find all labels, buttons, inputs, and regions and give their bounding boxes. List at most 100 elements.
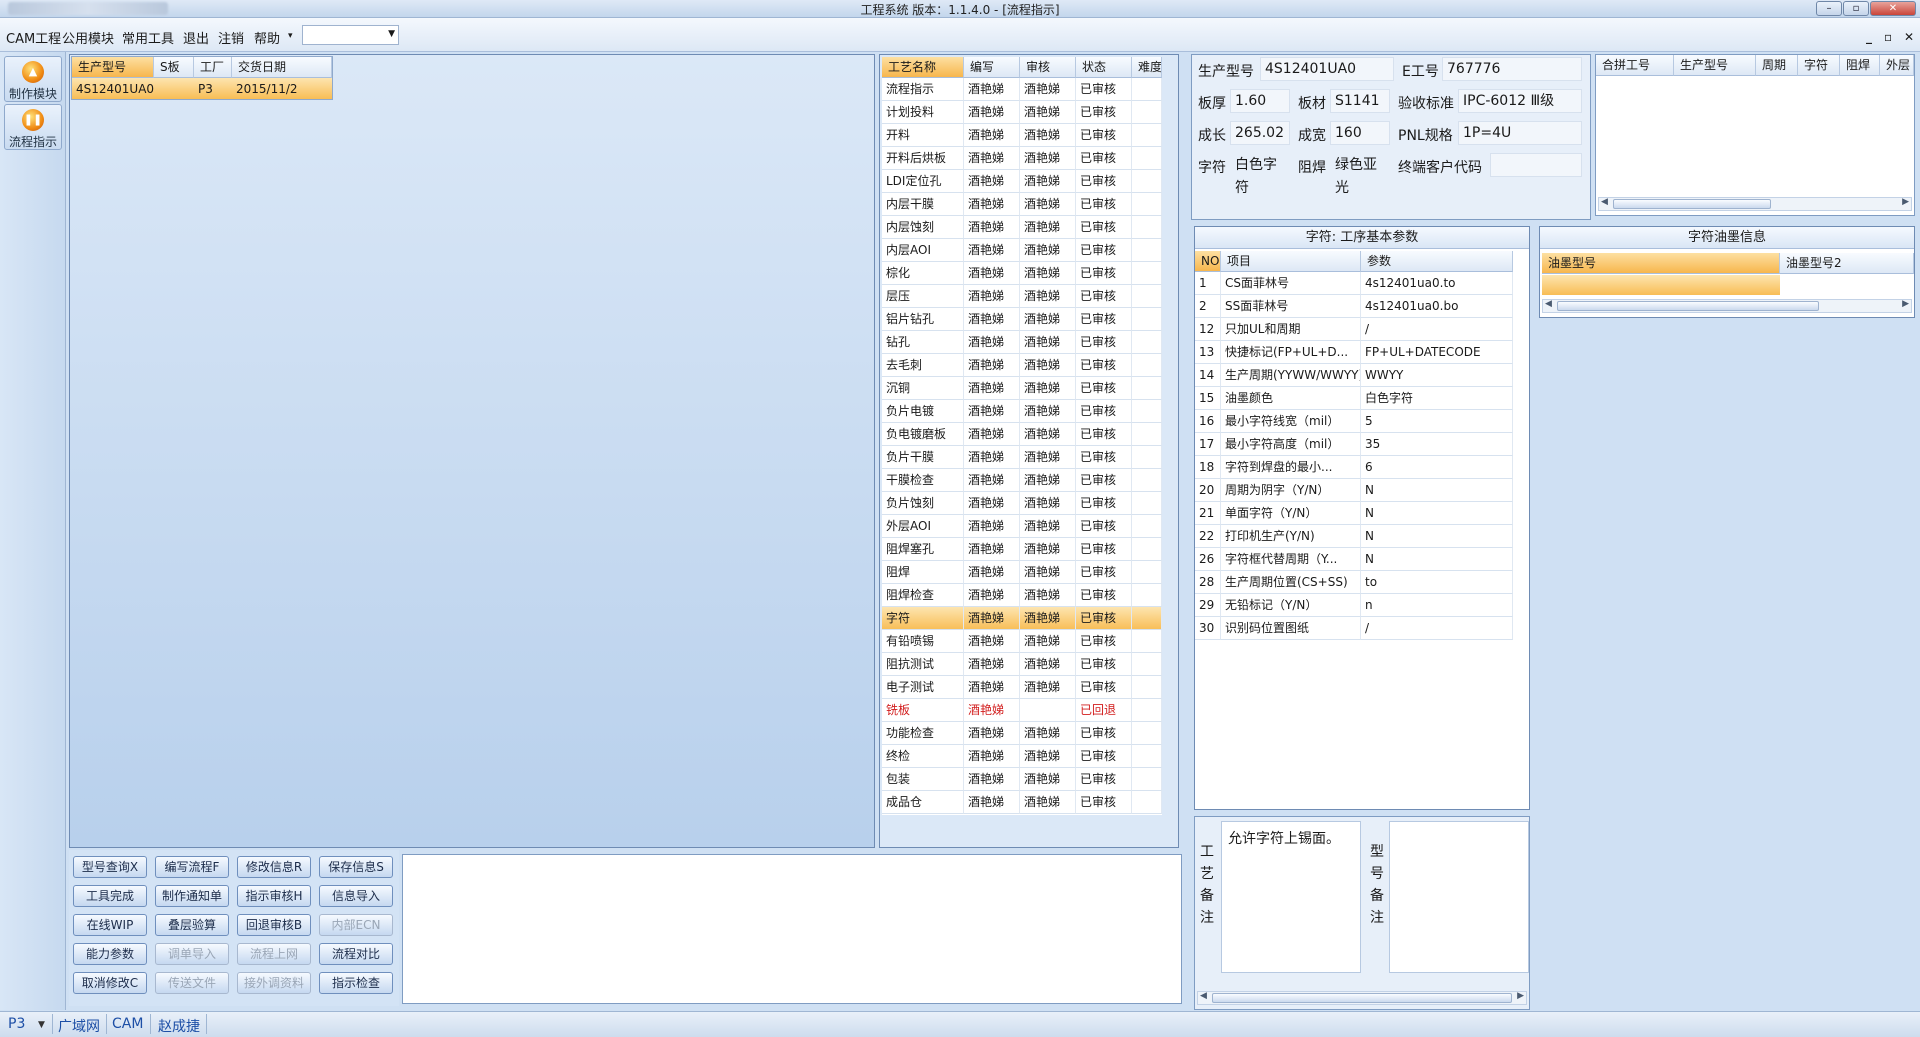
- nav-make-module[interactable]: ▲ 制作模块: [4, 56, 62, 102]
- action-button-2-1[interactable]: 叠层验算: [155, 914, 229, 936]
- table-row[interactable]: 字符 酒艳娣 酒艳娣 已审核: [882, 607, 1162, 630]
- action-button-4-2[interactable]: 接外调资料: [237, 972, 311, 994]
- table-row[interactable]: 内层干膜 酒艳娣 酒艳娣 已审核: [882, 193, 1162, 216]
- table-row[interactable]: 外层AOI 酒艳娣 酒艳娣 已审核: [882, 515, 1162, 538]
- table-row[interactable]: [1542, 275, 1780, 295]
- action-button-4-0[interactable]: 取消修改C: [73, 972, 147, 994]
- col-param[interactable]: 参数: [1361, 251, 1513, 272]
- scroll-left-icon[interactable]: ◀: [1601, 197, 1608, 207]
- table-row[interactable]: 开料后烘板 酒艳娣 酒艳娣 已审核: [882, 147, 1162, 170]
- action-button-0-3[interactable]: 保存信息S: [319, 856, 393, 878]
- action-button-2-0[interactable]: 在线WIP: [73, 914, 147, 936]
- table-row[interactable]: 18 字符到焊盘的最小... 6: [1195, 456, 1513, 479]
- action-button-2-2[interactable]: 回退审核B: [237, 914, 311, 936]
- col-writer[interactable]: 编写: [964, 57, 1020, 78]
- char-value[interactable]: 白色字符: [1230, 153, 1290, 196]
- model-value[interactable]: 4S12401UA0: [1260, 57, 1394, 81]
- table-row[interactable]: 内层蚀刻 酒艳娣 酒艳娣 已审核: [882, 216, 1162, 239]
- action-button-3-3[interactable]: 流程对比: [319, 943, 393, 965]
- col-item[interactable]: 项目: [1221, 251, 1361, 272]
- action-button-1-2[interactable]: 指示审核H: [237, 885, 311, 907]
- table-row[interactable]: 2 SS面菲林号 4s12401ua0.bo: [1195, 295, 1513, 318]
- table-row[interactable]: 13 快捷标记(FP+UL+D... FP+UL+DATECODE: [1195, 341, 1513, 364]
- notes-hscrollbar[interactable]: ◀ ▶: [1197, 991, 1527, 1005]
- menu-common-tools[interactable]: 常用工具: [122, 28, 174, 47]
- action-button-2-3[interactable]: 内部ECN: [319, 914, 393, 936]
- col-difficulty[interactable]: 难度: [1132, 57, 1162, 78]
- table-row[interactable]: 内层AOI 酒艳娣 酒艳娣 已审核: [882, 239, 1162, 262]
- help-dropdown-icon[interactable]: ▾: [288, 31, 293, 41]
- table-row[interactable]: 4S12401UA0 P3 2015/11/2: [72, 78, 332, 99]
- menu-exit[interactable]: 退出: [183, 28, 209, 47]
- table-row[interactable]: 铣板 酒艳娣 已回退: [882, 699, 1162, 722]
- scroll-thumb[interactable]: [1212, 993, 1512, 1003]
- menu-cam[interactable]: CAM工程: [6, 28, 61, 47]
- table-row[interactable]: 功能检查 酒艳娣 酒艳娣 已审核: [882, 722, 1162, 745]
- mdi-minimize-button[interactable]: _: [1866, 30, 1872, 44]
- table-row[interactable]: 去毛刺 酒艳娣 酒艳娣 已审核: [882, 354, 1162, 377]
- table-row[interactable]: 16 最小字符线宽（mil） 5: [1195, 410, 1513, 433]
- action-button-0-0[interactable]: 型号查询X: [73, 856, 147, 878]
- menu-combo-box[interactable]: ▼: [302, 25, 399, 45]
- table-row[interactable]: 12 只加UL和周期 /: [1195, 318, 1513, 341]
- col-combine-model[interactable]: 生产型号: [1674, 55, 1756, 76]
- col-combine-period[interactable]: 周期: [1756, 55, 1798, 76]
- action-button-3-1[interactable]: 调单导入: [155, 943, 229, 965]
- action-button-0-1[interactable]: 编写流程F: [155, 856, 229, 878]
- table-row[interactable]: 棕化 酒艳娣 酒艳娣 已审核: [882, 262, 1162, 285]
- table-row[interactable]: 1 CS面菲林号 4s12401ua0.to: [1195, 272, 1513, 295]
- mask-value[interactable]: 绿色亚光: [1330, 153, 1390, 196]
- scroll-right-icon[interactable]: ▶: [1902, 197, 1909, 207]
- table-row[interactable]: LDI定位孔 酒艳娣 酒艳娣 已审核: [882, 170, 1162, 193]
- combine-hscrollbar[interactable]: ◀ ▶: [1598, 197, 1912, 211]
- col-combine-outer[interactable]: 外层: [1880, 55, 1914, 76]
- col-ink-model2[interactable]: 油墨型号2: [1780, 253, 1914, 274]
- table-row[interactable]: 17 最小字符高度（mil） 35: [1195, 433, 1513, 456]
- eno-value[interactable]: 767776: [1442, 57, 1582, 81]
- action-button-3-2[interactable]: 流程上网: [237, 943, 311, 965]
- width-value[interactable]: 160: [1330, 121, 1390, 145]
- maximize-button[interactable]: ▫: [1843, 1, 1869, 16]
- col-reviewer[interactable]: 审核: [1020, 57, 1076, 78]
- action-button-4-3[interactable]: 指示检查: [319, 972, 393, 994]
- table-row[interactable]: 15 油墨颜色 白色字符: [1195, 387, 1513, 410]
- table-row[interactable]: 阻焊检查 酒艳娣 酒艳娣 已审核: [882, 584, 1162, 607]
- col-no[interactable]: NO: [1195, 251, 1221, 272]
- col-combine-mask[interactable]: 阻焊: [1840, 55, 1880, 76]
- table-row[interactable]: 开料 酒艳娣 酒艳娣 已审核: [882, 124, 1162, 147]
- mdi-close-button[interactable]: ✕: [1904, 30, 1914, 44]
- col-model[interactable]: 生产型号: [72, 57, 154, 78]
- status-factory[interactable]: P3: [8, 1016, 25, 1032]
- table-row[interactable]: 负片蚀刻 酒艳娣 酒艳娣 已审核: [882, 492, 1162, 515]
- menu-help[interactable]: 帮助: [254, 28, 280, 47]
- close-button[interactable]: ✕: [1870, 1, 1916, 16]
- table-row[interactable]: 20 周期为阴字（Y/N） N: [1195, 479, 1513, 502]
- table-row[interactable]: 沉铜 酒艳娣 酒艳娣 已审核: [882, 377, 1162, 400]
- menu-logout[interactable]: 注销: [218, 28, 244, 47]
- table-row[interactable]: 21 单面字符（Y/N） N: [1195, 502, 1513, 525]
- pnl-value[interactable]: 1P=4U: [1458, 121, 1582, 145]
- table-row[interactable]: 流程指示 酒艳娣 酒艳娣 已审核: [882, 78, 1162, 101]
- minimize-button[interactable]: –: [1816, 1, 1842, 16]
- col-status[interactable]: 状态: [1076, 57, 1132, 78]
- table-row[interactable]: 负片电镀 酒艳娣 酒艳娣 已审核: [882, 400, 1162, 423]
- table-row[interactable]: 负片干膜 酒艳娣 酒艳娣 已审核: [882, 446, 1162, 469]
- table-row[interactable]: 有铅喷锡 酒艳娣 酒艳娣 已审核: [882, 630, 1162, 653]
- length-value[interactable]: 265.02: [1230, 121, 1290, 145]
- table-row[interactable]: 阻焊 酒艳娣 酒艳娣 已审核: [882, 561, 1162, 584]
- table-row[interactable]: 计划投料 酒艳娣 酒艳娣 已审核: [882, 101, 1162, 124]
- table-row[interactable]: 负电镀磨板 酒艳娣 酒艳娣 已审核: [882, 423, 1162, 446]
- table-row[interactable]: 29 无铅标记（Y/N） n: [1195, 594, 1513, 617]
- action-button-4-1[interactable]: 传送文件: [155, 972, 229, 994]
- action-button-0-2[interactable]: 修改信息R: [237, 856, 311, 878]
- process-note-box[interactable]: 允许字符上锡面。: [1221, 821, 1361, 973]
- customer-code-value[interactable]: [1490, 153, 1582, 177]
- nav-flow-instruction[interactable]: ❚❚ 流程指示: [4, 104, 62, 150]
- chevron-down-icon[interactable]: ▼: [38, 1020, 45, 1030]
- thick-value[interactable]: 1.60: [1230, 89, 1290, 113]
- action-button-1-1[interactable]: 制作通知单: [155, 885, 229, 907]
- table-row[interactable]: 成品仓 酒艳娣 酒艳娣 已审核: [882, 791, 1162, 814]
- ink-hscrollbar[interactable]: ◀ ▶: [1542, 299, 1912, 313]
- menu-common-modules[interactable]: 公用模块: [62, 28, 114, 47]
- table-row[interactable]: 层压 酒艳娣 酒艳娣 已审核: [882, 285, 1162, 308]
